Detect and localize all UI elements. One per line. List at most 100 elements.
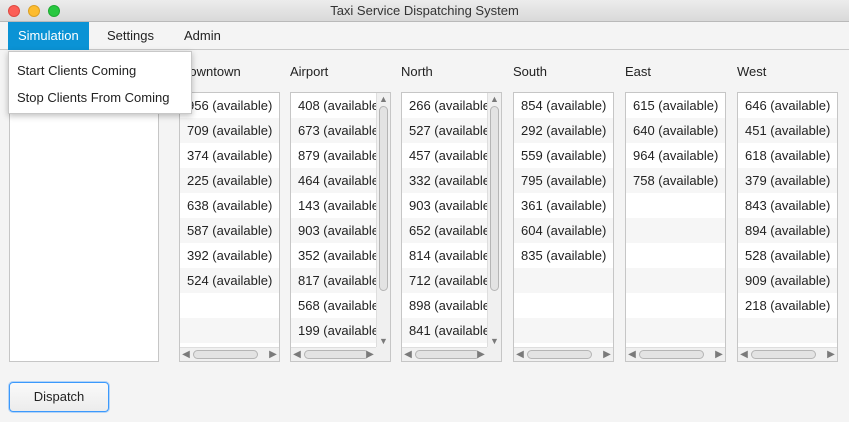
client-list[interactable] (9, 92, 159, 362)
scroll-left-icon[interactable]: ◀ (402, 348, 414, 361)
scroll-right-icon[interactable]: ▶ (825, 348, 837, 361)
scroll-left-icon[interactable]: ◀ (514, 348, 526, 361)
minimize-window-button[interactable] (28, 5, 40, 17)
taxi-row[interactable]: 457 (available) (402, 143, 487, 168)
taxi-row[interactable]: 964 (available) (626, 143, 725, 168)
taxi-row[interactable]: 903 (available) (291, 218, 376, 243)
taxi-row[interactable]: 361 (available) (514, 193, 613, 218)
taxi-row[interactable]: 814 (available) (402, 243, 487, 268)
taxi-row[interactable]: 758 (available) (626, 168, 725, 193)
taxi-row[interactable]: 266 (available) (402, 93, 487, 118)
taxi-list-south[interactable]: 854 (available) 292 (available) 559 (avail… (513, 92, 614, 362)
scroll-right-icon[interactable]: ▶ (713, 348, 725, 361)
scroll-thumb[interactable] (751, 350, 816, 359)
scroll-thumb[interactable] (193, 350, 258, 359)
column-label-east: East (625, 64, 652, 79)
title-bar: Taxi Service Dispatching System (0, 0, 849, 22)
horizontal-scrollbar[interactable]: ◀ ▶ (738, 347, 837, 361)
scroll-right-icon[interactable]: ▶ (364, 348, 376, 361)
taxi-row[interactable]: 841 (available) (402, 318, 487, 343)
taxi-row[interactable]: 903 (available) (402, 193, 487, 218)
vertical-scroll-thumb[interactable] (379, 106, 388, 291)
taxi-row[interactable]: 909 (available) (738, 268, 837, 293)
scroll-down-icon[interactable]: ▼ (377, 335, 390, 347)
taxi-row[interactable]: 956 (available) (180, 93, 279, 118)
taxi-row[interactable]: 709 (available) (180, 118, 279, 143)
taxi-row[interactable]: 898 (available) (402, 293, 487, 318)
taxi-list-airport[interactable]: 408 (available) 673 (available) 879 (avail… (290, 92, 391, 362)
window-title: Taxi Service Dispatching System (330, 3, 519, 18)
vertical-scrollbar[interactable]: ▲ ▼ (376, 93, 390, 347)
vertical-scrollbar[interactable]: ▲ ▼ (487, 93, 501, 347)
horizontal-scrollbar[interactable]: ◀ ▶ (402, 347, 487, 361)
taxi-row[interactable]: 652 (available) (402, 218, 487, 243)
close-window-button[interactable] (8, 5, 20, 17)
taxi-row[interactable]: 879 (available) (291, 143, 376, 168)
scroll-up-icon[interactable]: ▲ (488, 93, 501, 105)
scroll-thumb[interactable] (527, 350, 592, 359)
dispatch-button[interactable]: Dispatch (9, 382, 109, 412)
taxi-row[interactable]: 835 (available) (514, 243, 613, 268)
taxi-row[interactable]: 854 (available) (514, 93, 613, 118)
scroll-left-icon[interactable]: ◀ (180, 348, 192, 361)
taxi-list-west[interactable]: 646 (available) 451 (available) 618 (avail… (737, 92, 838, 362)
taxi-row[interactable]: 527 (available) (402, 118, 487, 143)
taxi-row[interactable]: 795 (available) (514, 168, 613, 193)
taxi-row[interactable]: 379 (available) (738, 168, 837, 193)
taxi-row[interactable]: 225 (available) (180, 168, 279, 193)
scroll-right-icon[interactable]: ▶ (475, 348, 487, 361)
taxi-row[interactable]: 894 (available) (738, 218, 837, 243)
vertical-scroll-thumb[interactable] (490, 106, 499, 291)
taxi-row[interactable]: 568 (available) (291, 293, 376, 318)
taxi-row[interactable]: 524 (available) (180, 268, 279, 293)
menu-simulation[interactable]: Simulation (8, 22, 89, 50)
taxi-list-east[interactable]: 615 (available) 640 (available) 964 (avail… (625, 92, 726, 362)
menu-admin[interactable]: Admin (174, 22, 231, 50)
taxi-row[interactable]: 640 (available) (626, 118, 725, 143)
taxi-row[interactable]: 618 (available) (738, 143, 837, 168)
scroll-up-icon[interactable]: ▲ (377, 93, 390, 105)
scroll-right-icon[interactable]: ▶ (601, 348, 613, 361)
scroll-right-icon[interactable]: ▶ (267, 348, 279, 361)
scroll-left-icon[interactable]: ◀ (291, 348, 303, 361)
taxi-row[interactable]: 292 (available) (514, 118, 613, 143)
taxi-row[interactable]: 559 (available) (514, 143, 613, 168)
taxi-row[interactable]: 143 (available) (291, 193, 376, 218)
taxi-row[interactable]: 408 (available) (291, 93, 376, 118)
taxi-row[interactable]: 817 (available) (291, 268, 376, 293)
taxi-list-north[interactable]: 266 (available) 527 (available) 457 (avail… (401, 92, 502, 362)
taxi-row[interactable]: 199 (available) (291, 318, 376, 343)
taxi-row[interactable]: 843 (available) (738, 193, 837, 218)
taxi-row[interactable]: 352 (available) (291, 243, 376, 268)
taxi-rows: 956 (available) 709 (available) 374 (avail… (180, 93, 279, 347)
horizontal-scrollbar[interactable]: ◀ ▶ (514, 347, 613, 361)
taxi-row[interactable]: 615 (available) (626, 93, 725, 118)
taxi-row[interactable]: 604 (available) (514, 218, 613, 243)
taxi-row[interactable]: 528 (available) (738, 243, 837, 268)
taxi-row[interactable]: 673 (available) (291, 118, 376, 143)
taxi-row[interactable]: 374 (available) (180, 143, 279, 168)
horizontal-scrollbar[interactable]: ◀ ▶ (291, 347, 376, 361)
horizontal-scrollbar[interactable]: ◀ ▶ (180, 347, 279, 361)
menu-settings[interactable]: Settings (97, 22, 164, 50)
taxi-row[interactable]: 646 (available) (738, 93, 837, 118)
taxi-row[interactable]: 464 (available) (291, 168, 376, 193)
scroll-thumb[interactable] (639, 350, 704, 359)
taxi-list-downtown[interactable]: 956 (available) 709 (available) 374 (avail… (179, 92, 280, 362)
taxi-row[interactable]: 587 (available) (180, 218, 279, 243)
start-clients-coming-item[interactable]: Start Clients Coming (9, 58, 191, 85)
maximize-window-button[interactable] (48, 5, 60, 17)
scroll-thumb[interactable] (415, 350, 480, 359)
taxi-row[interactable]: 332 (available) (402, 168, 487, 193)
scroll-left-icon[interactable]: ◀ (738, 348, 750, 361)
scroll-thumb[interactable] (304, 350, 369, 359)
taxi-row[interactable]: 218 (available) (738, 293, 837, 318)
taxi-row[interactable]: 392 (available) (180, 243, 279, 268)
taxi-row[interactable]: 638 (available) (180, 193, 279, 218)
taxi-row[interactable]: 712 (available) (402, 268, 487, 293)
stop-clients-from-coming-item[interactable]: Stop Clients From Coming (9, 85, 191, 112)
scroll-left-icon[interactable]: ◀ (626, 348, 638, 361)
horizontal-scrollbar[interactable]: ◀ ▶ (626, 347, 725, 361)
taxi-row[interactable]: 451 (available) (738, 118, 837, 143)
scroll-down-icon[interactable]: ▼ (488, 335, 501, 347)
